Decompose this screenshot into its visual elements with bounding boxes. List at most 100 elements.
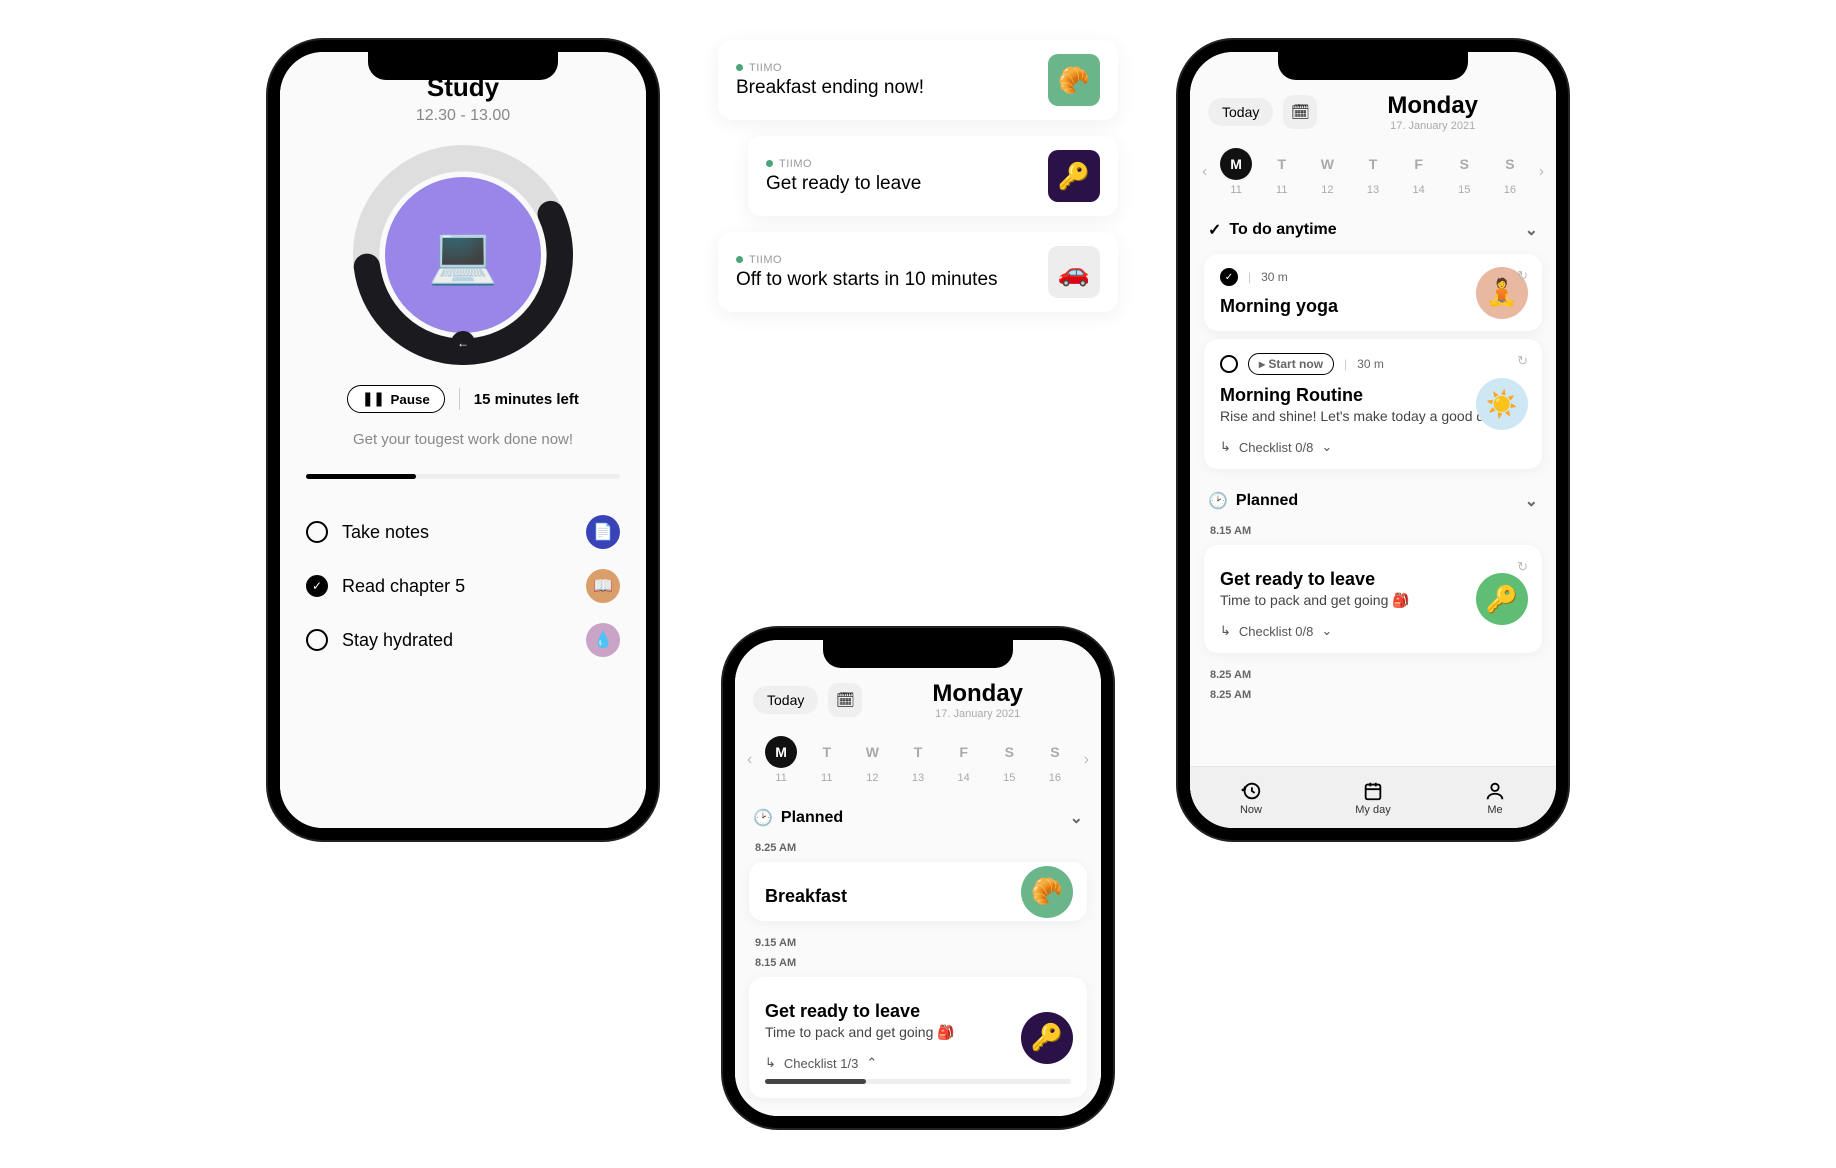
weekday-cell[interactable]: S 16 [1489,148,1531,196]
weekday-cell[interactable]: T 11 [806,736,848,784]
calendar-icon[interactable]: 🗓 [828,683,862,717]
event-card[interactable]: ✓|30 mMorning yoga🧘 ↻ [1204,254,1542,331]
checklist-progress [765,1079,1071,1084]
back-arrow-icon[interactable]: ← [451,331,475,355]
phone-schedule-full: Today 🗓 Monday 17. January 2021 ‹ M 11T … [1178,40,1568,840]
notification-card[interactable]: TIIMO Off to work starts in 10 minutes 🚗 [718,232,1118,312]
history-icon [1240,780,1262,802]
weekday-letter: W [856,736,888,768]
event-card[interactable]: Get ready to leaveTime to pack and get g… [749,977,1087,1098]
weekday-letter: S [993,736,1025,768]
weekday-cell[interactable]: F 14 [943,736,985,784]
chevron-down-icon[interactable]: ⌄ [1321,623,1332,639]
checkbox-icon[interactable]: ✓ [1220,268,1238,286]
notification-card[interactable]: TIIMO Get ready to leave 🔑 [748,136,1118,216]
week-prev-icon[interactable]: ‹ [743,751,756,769]
weekday-number: 15 [988,772,1030,784]
weekday-letter: T [1266,148,1298,180]
week-next-icon[interactable]: › [1535,163,1548,181]
pause-icon: ❚❚ [362,391,384,407]
weekday-letter: M [1220,148,1252,180]
tab-now-label: Now [1240,804,1262,816]
time-label: 8.15 AM [1190,517,1556,537]
notification-card[interactable]: TIIMO Breakfast ending now! 🥐 [718,40,1118,120]
phone-notch [823,640,1013,668]
divider [459,388,460,410]
checklist-item-label: Read chapter 5 [342,576,572,597]
overall-progress-fill [306,474,416,479]
weekday-letter: S [1448,148,1480,180]
notification-thumb: 🥐 [1048,54,1100,106]
chevron-down-icon[interactable]: ⌄ [1525,220,1538,240]
checklist-item[interactable]: Take notes 📄 [306,505,620,559]
checkbox-icon[interactable] [306,629,328,651]
weekday-number: 14 [1398,184,1440,196]
checkbox-icon[interactable]: ✓ [306,575,328,597]
weekday-cell[interactable]: T 11 [1261,148,1303,196]
checklist-item[interactable]: Stay hydrated 💧 [306,613,620,667]
week-prev-icon[interactable]: ‹ [1198,163,1211,181]
weekday-number: 16 [1034,772,1076,784]
checklist-summary[interactable]: Checklist 0/8 [1239,440,1313,455]
weekday-cell[interactable]: S 15 [1443,148,1485,196]
weekday-cell[interactable]: T 13 [1352,148,1394,196]
weekday-cell[interactable]: W 12 [1307,148,1349,196]
weekday-cell[interactable]: S 16 [1034,736,1076,784]
phone-notch [368,52,558,80]
chevron-down-icon[interactable]: ⌄ [1525,491,1538,511]
chevron-up-icon[interactable]: ⌃ [866,1055,877,1071]
tab-me[interactable]: Me [1434,767,1556,828]
activity-timerange: 12.30 - 13.00 [306,107,620,125]
calendar-icon[interactable]: 🗓 [1283,95,1317,129]
tab-myday-label: My day [1355,804,1390,816]
weekday-cell[interactable]: W 12 [852,736,894,784]
weekday-cell[interactable]: S 15 [988,736,1030,784]
checklist-summary[interactable]: Checklist 1/3 [784,1056,858,1071]
weekday-cell[interactable]: M 11 [1215,148,1257,196]
notification-title: Off to work starts in 10 minutes [736,269,1034,291]
weekday-cell[interactable]: T 13 [897,736,939,784]
tab-now[interactable]: Now [1190,767,1312,828]
event-card[interactable]: Breakfast🥐 [749,862,1087,921]
checkbox-icon[interactable] [1220,355,1238,373]
time-label: 8.25 AM [735,834,1101,854]
week-next-icon[interactable]: › [1080,751,1093,769]
checkbox-icon[interactable] [306,521,328,543]
person-icon [1484,780,1506,802]
activity-icon: 💻 [385,177,541,333]
weekday-letter: F [1403,148,1435,180]
check-icon: ✓ [1208,220,1221,240]
day-title: Monday [872,680,1083,708]
weekday-number: 13 [1352,184,1394,196]
refresh-icon[interactable]: ↻ [1517,268,1528,284]
today-chip[interactable]: Today [1208,98,1273,126]
notification-app: TIIMO [736,62,1034,74]
tab-myday[interactable]: My day [1312,767,1434,828]
time-label: 8.15 AM [735,949,1101,969]
checklist-item[interactable]: ✓ Read chapter 5 📖 [306,559,620,613]
event-card[interactable]: Get ready to leaveTime to pack and get g… [1204,545,1542,653]
today-chip[interactable]: Today [753,686,818,714]
weekday-cell[interactable]: M 11 [760,736,802,784]
pause-label: Pause [391,392,430,407]
chevron-down-icon[interactable]: ⌄ [1070,808,1083,828]
event-card[interactable]: ▸ Start now|30 mMorning RoutineRise and … [1204,339,1542,469]
weekday-letter: T [1357,148,1389,180]
weekday-number: 11 [1261,184,1303,196]
checklist-item-label: Stay hydrated [342,630,572,651]
refresh-icon[interactable]: ↻ [1517,353,1528,369]
event-avatar: 🔑 [1476,573,1528,625]
motivation-text: Get your tougest work done now! [306,431,620,448]
pause-button[interactable]: ❚❚ Pause [347,385,445,413]
notification-thumb: 🚗 [1048,246,1100,298]
weekday-number: 11 [806,772,848,784]
checklist-item-badge: 📄 [586,515,620,549]
start-now-button[interactable]: ▸ Start now [1248,353,1334,375]
day-title: Monday [1327,92,1538,120]
weekday-number: 11 [760,772,802,784]
checklist-summary[interactable]: Checklist 0/8 [1239,624,1313,639]
progress-ring: 💻 ← [353,145,573,365]
weekday-cell[interactable]: F 14 [1398,148,1440,196]
chevron-down-icon[interactable]: ⌄ [1321,439,1332,455]
refresh-icon[interactable]: ↻ [1517,559,1528,575]
